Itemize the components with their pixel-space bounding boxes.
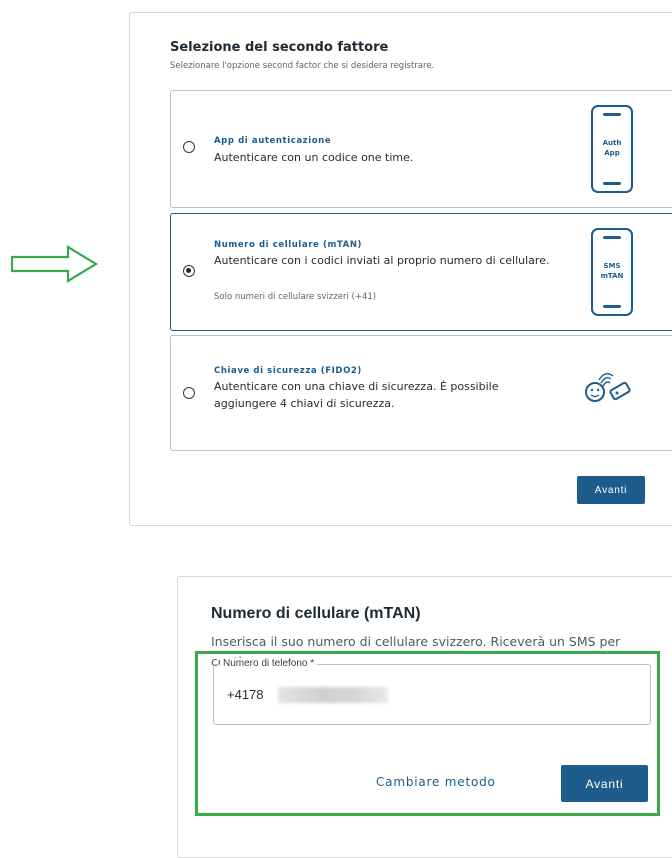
option-description: Autenticare con un codice one time. <box>214 151 414 164</box>
security-key-icon <box>585 373 631 402</box>
icon-text: App <box>604 149 620 157</box>
option-description: Autenticare con i codici inviati al prop… <box>214 254 550 267</box>
sms-phone-icon: SMS mTAN <box>591 228 633 316</box>
highlight-frame <box>195 651 660 816</box>
icon-text: SMS <box>603 262 621 270</box>
radio-auth-app[interactable] <box>183 141 195 153</box>
option-label: Chiave di sicurezza (FIDO2) <box>214 366 362 376</box>
radio-mtan[interactable] <box>183 265 195 277</box>
mtan-title: Numero di cellulare (mTAN) <box>211 605 421 622</box>
icon-text: Auth <box>602 139 622 147</box>
auth-app-phone-icon: Auth App <box>591 105 633 193</box>
option-auth-app[interactable]: App di autenticazione Autenticare con un… <box>170 90 672 208</box>
second-factor-selection-card: Selezione del secondo fattore Selezionar… <box>129 12 672 526</box>
icon-text: mTAN <box>600 272 624 280</box>
option-fido2[interactable]: Chiave di sicurezza (FIDO2) Autenticare … <box>170 335 672 451</box>
option-label: App di autenticazione <box>214 136 332 146</box>
selection-title: Selezione del secondo fattore <box>170 40 389 55</box>
option-mtan[interactable]: Numero di cellulare (mTAN) Autenticare c… <box>170 213 672 331</box>
arrow-right-icon <box>10 245 99 283</box>
next-button[interactable]: Avanti <box>577 476 645 504</box>
selection-subtitle: Selezionare l'opzione second factor che … <box>170 61 435 71</box>
option-label: Numero di cellulare (mTAN) <box>214 240 363 250</box>
radio-fido2[interactable] <box>183 387 195 399</box>
option-description: Autenticare con una chiave di sicurezza.… <box>214 380 499 410</box>
option-note: Solo numeri di cellulare svizzeri (+41) <box>214 292 377 302</box>
